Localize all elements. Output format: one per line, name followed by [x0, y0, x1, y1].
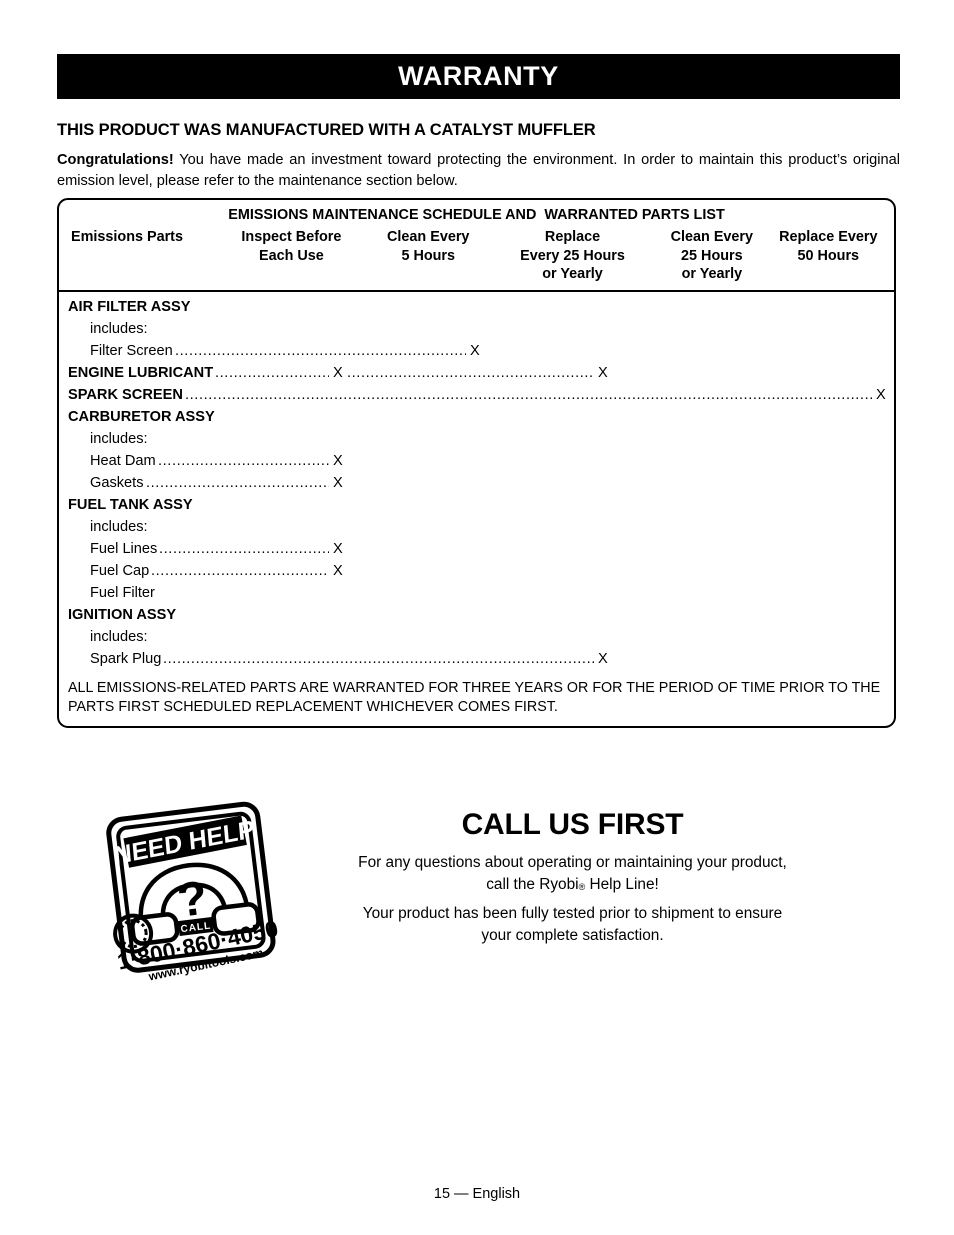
need-help-badge: NEED HELP ? CALL 1·800·860·4050 www.ryob…: [98, 793, 288, 984]
table-row: includes:: [68, 519, 885, 541]
warranty-disclaimer: ALL EMISSIONS-RELATED PARTS ARE WARRANTE…: [68, 679, 881, 716]
warranty-banner: WARRANTY: [57, 54, 900, 99]
part-label: IGNITION ASSY: [68, 606, 177, 623]
schedule-mark: X: [333, 474, 343, 491]
schedule-mark: X: [598, 364, 608, 381]
dot-leader: [151, 563, 329, 582]
part-label: CARBURETOR ASSY: [68, 408, 215, 425]
table-row: Fuel Cap X: [68, 563, 885, 585]
schedule-mark: X: [333, 364, 343, 381]
call-us-first-paragraph-2: Your product has been fully tested prior…: [300, 903, 845, 947]
column-header-replace-every-25-hours: Replace Every 25 Hours or Yearly: [520, 229, 625, 282]
need-help-badge-icon: NEED HELP ? CALL 1·800·860·4050 www.ryob…: [106, 801, 280, 984]
part-label: AIR FILTER ASSY: [68, 298, 191, 315]
part-label: Fuel Lines: [90, 540, 158, 557]
page-title: WARRANTY: [398, 61, 559, 91]
dot-leader: [159, 541, 329, 560]
table-row: FUEL TANK ASSY: [68, 497, 885, 519]
table-row: Heat Dam X: [68, 453, 885, 475]
dot-leader: [163, 651, 594, 670]
schedule-mark: X: [333, 540, 343, 557]
column-header-clean-every-25-hours: Clean Every 25 Hours or Yearly: [670, 229, 754, 282]
column-header-clean-every-5-hours: Clean Every 5 Hours: [387, 229, 470, 264]
registered-mark: ®: [578, 882, 586, 892]
column-header-inspect-before-each-use: Inspect Before Each Use: [241, 229, 342, 264]
table-row: IGNITION ASSY: [68, 607, 885, 629]
table-column-headers: Emissions Parts Inspect Before Each Use C…: [59, 228, 894, 292]
dot-leader: [175, 343, 466, 362]
call-line-4: your complete satisfaction.: [481, 927, 664, 944]
table-row: Fuel Filter: [68, 585, 885, 607]
part-label: Fuel Cap: [90, 562, 150, 579]
call-us-first-title: CALL US FIRST: [461, 808, 684, 841]
table-row: SPARK SCREEN X: [68, 386, 886, 409]
table-row: includes:: [68, 431, 885, 453]
part-label: includes:: [90, 430, 148, 447]
dot-leader: [347, 365, 594, 384]
part-label: FUEL TANK ASSY: [68, 496, 193, 513]
schedule-mark: X: [333, 562, 343, 579]
table-title: EMISSIONS MAINTENANCE SCHEDULE AND WARRA…: [228, 207, 725, 223]
intro-body-text: You have made an investment toward prote…: [57, 152, 900, 189]
part-label: ENGINE LUBRICANT: [68, 364, 214, 381]
table-row: ENGINE LUBRICANT X X: [68, 365, 885, 387]
part-label: Gaskets: [90, 474, 144, 491]
part-label: includes:: [90, 320, 148, 337]
intro-heading: THIS PRODUCT WAS MANUFACTURED WITH A CAT…: [57, 121, 596, 139]
table-row: Filter Screen X: [68, 343, 885, 365]
part-label: Fuel Filter: [90, 584, 155, 601]
part-label: SPARK SCREEN: [68, 386, 183, 403]
call-line-2-post: Help Line!: [585, 876, 659, 893]
table-row: CARBURETOR ASSY: [68, 409, 885, 431]
call-us-first-paragraph-1: For any questions about operating or mai…: [300, 852, 845, 897]
dot-leader: [146, 475, 329, 494]
column-header-replace-every-50-hours: Replace Every 50 Hours: [779, 229, 878, 264]
table-row: Spark Plug X: [68, 651, 885, 673]
dot-leader: [185, 387, 872, 406]
intro-paragraph: Congratulations! You have made an invest…: [57, 150, 900, 192]
call-line-3: Your product has been fully tested prior…: [362, 905, 783, 922]
part-label: Filter Screen: [90, 342, 173, 359]
table-row: Gaskets X: [68, 475, 885, 497]
part-label: Spark Plug: [90, 650, 162, 667]
table-row: AIR FILTER ASSY: [68, 299, 885, 321]
call-line-2-pre: call the Ryobi: [486, 876, 579, 893]
column-header-emissions-parts: Emissions Parts: [71, 229, 183, 245]
part-label: includes:: [90, 518, 148, 535]
intro-lead: Congratulations!: [57, 152, 174, 168]
schedule-mark: X: [876, 386, 886, 403]
schedule-mark: X: [470, 342, 480, 359]
part-label: Heat Dam: [90, 452, 156, 469]
dot-leader: [215, 365, 329, 384]
schedule-mark: X: [333, 452, 343, 469]
call-line-1: For any questions about operating or mai…: [358, 854, 787, 871]
table-rows: AIR FILTER ASSYincludes:Filter ScreenXEN…: [59, 292, 894, 677]
call-us-first-section: CALL US FIRST For any questions about op…: [300, 808, 845, 953]
schedule-mark: X: [598, 650, 608, 667]
part-label: includes:: [90, 628, 148, 645]
page-footer: 15 — English: [433, 1186, 521, 1202]
table-row: includes:: [68, 629, 885, 651]
emissions-maintenance-table: EMISSIONS MAINTENANCE SCHEDULE AND WARRA…: [57, 198, 896, 728]
intro-section: THIS PRODUCT WAS MANUFACTURED WITH A CAT…: [57, 121, 900, 192]
dot-leader: [158, 453, 329, 472]
table-row: Fuel Lines X: [68, 541, 885, 563]
table-row: includes:: [68, 321, 885, 343]
